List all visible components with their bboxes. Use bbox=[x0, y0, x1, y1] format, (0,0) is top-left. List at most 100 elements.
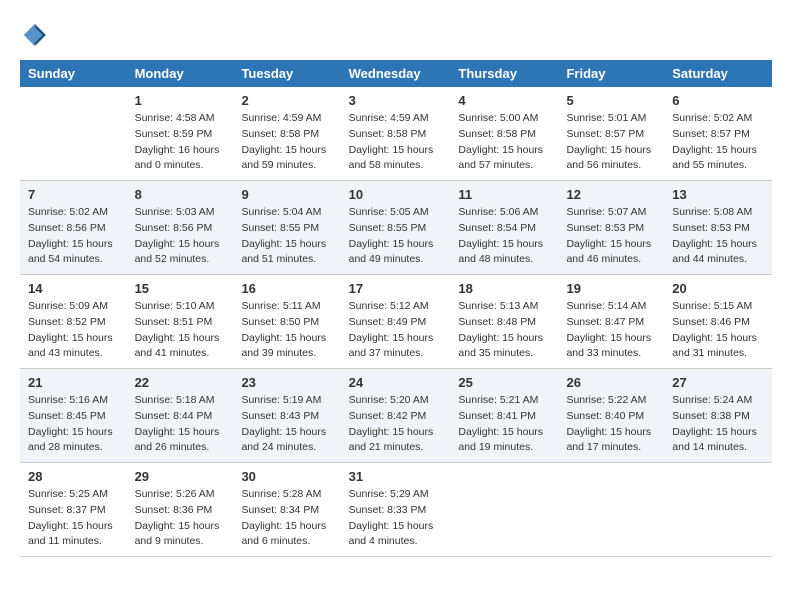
day-number: 5 bbox=[566, 93, 656, 108]
calendar-cell: 10 Sunrise: 5:05 AMSunset: 8:55 PMDayligh… bbox=[341, 181, 451, 275]
day-number: 10 bbox=[349, 187, 443, 202]
day-info: Sunrise: 4:59 AMSunset: 8:58 PMDaylight:… bbox=[349, 111, 443, 174]
day-number: 27 bbox=[672, 375, 764, 390]
logo bbox=[20, 20, 50, 50]
calendar-cell: 25 Sunrise: 5:21 AMSunset: 8:41 PMDayligh… bbox=[450, 369, 558, 463]
day-info: Sunrise: 5:18 AMSunset: 8:44 PMDaylight:… bbox=[135, 393, 226, 456]
column-header-wednesday: Wednesday bbox=[341, 60, 451, 87]
day-info: Sunrise: 5:10 AMSunset: 8:51 PMDaylight:… bbox=[135, 299, 226, 362]
day-info: Sunrise: 5:01 AMSunset: 8:57 PMDaylight:… bbox=[566, 111, 656, 174]
calendar-cell: 22 Sunrise: 5:18 AMSunset: 8:44 PMDayligh… bbox=[127, 369, 234, 463]
calendar-cell: 14 Sunrise: 5:09 AMSunset: 8:52 PMDayligh… bbox=[20, 275, 127, 369]
calendar-cell: 12Sunrise: 5:07 AMSunset: 8:53 PMDayligh… bbox=[558, 181, 664, 275]
day-number: 19 bbox=[566, 281, 656, 296]
day-number: 11 bbox=[458, 187, 550, 202]
day-info: Sunrise: 5:14 AMSunset: 8:47 PMDaylight:… bbox=[566, 299, 656, 362]
day-number: 6 bbox=[672, 93, 764, 108]
day-number: 7 bbox=[28, 187, 119, 202]
day-info: Sunrise: 5:28 AMSunset: 8:34 PMDaylight:… bbox=[241, 487, 332, 550]
day-number: 16 bbox=[241, 281, 332, 296]
calendar-cell: 23Sunrise: 5:19 AMSunset: 8:43 PMDayligh… bbox=[233, 369, 340, 463]
calendar-cell: 24 Sunrise: 5:20 AMSunset: 8:42 PMDayligh… bbox=[341, 369, 451, 463]
calendar-cell: 20Sunrise: 5:15 AMSunset: 8:46 PMDayligh… bbox=[664, 275, 772, 369]
calendar-cell bbox=[20, 87, 127, 181]
day-number: 26 bbox=[566, 375, 656, 390]
calendar-header-row: SundayMondayTuesdayWednesdayThursdayFrid… bbox=[20, 60, 772, 87]
calendar-cell: 9 Sunrise: 5:04 AMSunset: 8:55 PMDaylight… bbox=[233, 181, 340, 275]
day-info: Sunrise: 5:16 AMSunset: 8:45 PMDaylight:… bbox=[28, 393, 119, 456]
calendar-cell: 19 Sunrise: 5:14 AMSunset: 8:47 PMDayligh… bbox=[558, 275, 664, 369]
calendar-cell: 1 Sunrise: 4:58 AMSunset: 8:59 PMDaylight… bbox=[127, 87, 234, 181]
day-number: 17 bbox=[349, 281, 443, 296]
day-number: 30 bbox=[241, 469, 332, 484]
day-info: Sunrise: 5:04 AMSunset: 8:55 PMDaylight:… bbox=[241, 205, 332, 268]
day-info: Sunrise: 5:11 AMSunset: 8:50 PMDaylight:… bbox=[241, 299, 332, 362]
day-info: Sunrise: 5:25 AMSunset: 8:37 PMDaylight:… bbox=[28, 487, 119, 550]
day-info: Sunrise: 5:07 AMSunset: 8:53 PMDaylight:… bbox=[566, 205, 656, 268]
column-header-monday: Monday bbox=[127, 60, 234, 87]
week-row-4: 21 Sunrise: 5:16 AMSunset: 8:45 PMDayligh… bbox=[20, 369, 772, 463]
logo-icon bbox=[20, 20, 50, 50]
day-number: 4 bbox=[458, 93, 550, 108]
calendar-cell: 5 Sunrise: 5:01 AMSunset: 8:57 PMDaylight… bbox=[558, 87, 664, 181]
day-info: Sunrise: 5:05 AMSunset: 8:55 PMDaylight:… bbox=[349, 205, 443, 268]
day-info: Sunrise: 5:13 AMSunset: 8:48 PMDaylight:… bbox=[458, 299, 550, 362]
calendar-cell: 18 Sunrise: 5:13 AMSunset: 8:48 PMDayligh… bbox=[450, 275, 558, 369]
day-number: 24 bbox=[349, 375, 443, 390]
calendar-cell: 26 Sunrise: 5:22 AMSunset: 8:40 PMDayligh… bbox=[558, 369, 664, 463]
day-number: 28 bbox=[28, 469, 119, 484]
day-number: 13 bbox=[672, 187, 764, 202]
day-info: Sunrise: 4:58 AMSunset: 8:59 PMDaylight:… bbox=[135, 111, 226, 174]
calendar-cell: 17 Sunrise: 5:12 AMSunset: 8:49 PMDayligh… bbox=[341, 275, 451, 369]
calendar-cell: 31 Sunrise: 5:29 AMSunset: 8:33 PMDayligh… bbox=[341, 463, 451, 557]
calendar-cell: 27 Sunrise: 5:24 AMSunset: 8:38 PMDayligh… bbox=[664, 369, 772, 463]
day-number: 29 bbox=[135, 469, 226, 484]
day-info: Sunrise: 5:02 AMSunset: 8:57 PMDaylight:… bbox=[672, 111, 764, 174]
week-row-3: 14 Sunrise: 5:09 AMSunset: 8:52 PMDayligh… bbox=[20, 275, 772, 369]
day-number: 22 bbox=[135, 375, 226, 390]
day-info: Sunrise: 5:29 AMSunset: 8:33 PMDaylight:… bbox=[349, 487, 443, 550]
calendar-cell: 2Sunrise: 4:59 AMSunset: 8:58 PMDaylight… bbox=[233, 87, 340, 181]
day-number: 15 bbox=[135, 281, 226, 296]
calendar-cell: 30 Sunrise: 5:28 AMSunset: 8:34 PMDayligh… bbox=[233, 463, 340, 557]
calendar-cell bbox=[558, 463, 664, 557]
day-info: Sunrise: 5:03 AMSunset: 8:56 PMDaylight:… bbox=[135, 205, 226, 268]
column-header-friday: Friday bbox=[558, 60, 664, 87]
calendar-cell: 15 Sunrise: 5:10 AMSunset: 8:51 PMDayligh… bbox=[127, 275, 234, 369]
calendar-table: SundayMondayTuesdayWednesdayThursdayFrid… bbox=[20, 60, 772, 557]
day-number: 1 bbox=[135, 93, 226, 108]
calendar-cell: 16 Sunrise: 5:11 AMSunset: 8:50 PMDayligh… bbox=[233, 275, 340, 369]
day-info: Sunrise: 5:20 AMSunset: 8:42 PMDaylight:… bbox=[349, 393, 443, 456]
calendar-cell: 13 Sunrise: 5:08 AMSunset: 8:53 PMDayligh… bbox=[664, 181, 772, 275]
day-number: 8 bbox=[135, 187, 226, 202]
calendar-cell: 6 Sunrise: 5:02 AMSunset: 8:57 PMDaylight… bbox=[664, 87, 772, 181]
week-row-5: 28 Sunrise: 5:25 AMSunset: 8:37 PMDayligh… bbox=[20, 463, 772, 557]
day-number: 9 bbox=[241, 187, 332, 202]
day-info: Sunrise: 5:06 AMSunset: 8:54 PMDaylight:… bbox=[458, 205, 550, 268]
day-number: 14 bbox=[28, 281, 119, 296]
day-number: 18 bbox=[458, 281, 550, 296]
day-number: 21 bbox=[28, 375, 119, 390]
calendar-cell bbox=[450, 463, 558, 557]
column-header-sunday: Sunday bbox=[20, 60, 127, 87]
day-info: Sunrise: 5:26 AMSunset: 8:36 PMDaylight:… bbox=[135, 487, 226, 550]
day-info: Sunrise: 5:12 AMSunset: 8:49 PMDaylight:… bbox=[349, 299, 443, 362]
day-info: Sunrise: 5:24 AMSunset: 8:38 PMDaylight:… bbox=[672, 393, 764, 456]
day-info: Sunrise: 5:08 AMSunset: 8:53 PMDaylight:… bbox=[672, 205, 764, 268]
day-info: Sunrise: 5:22 AMSunset: 8:40 PMDaylight:… bbox=[566, 393, 656, 456]
day-number: 23 bbox=[241, 375, 332, 390]
day-info: Sunrise: 5:00 AMSunset: 8:58 PMDaylight:… bbox=[458, 111, 550, 174]
calendar-cell: 11 Sunrise: 5:06 AMSunset: 8:54 PMDayligh… bbox=[450, 181, 558, 275]
day-info: Sunrise: 4:59 AMSunset: 8:58 PMDaylight:… bbox=[241, 111, 332, 174]
week-row-1: 1 Sunrise: 4:58 AMSunset: 8:59 PMDaylight… bbox=[20, 87, 772, 181]
calendar-cell bbox=[664, 463, 772, 557]
day-number: 31 bbox=[349, 469, 443, 484]
day-info: Sunrise: 5:09 AMSunset: 8:52 PMDaylight:… bbox=[28, 299, 119, 362]
calendar-cell: 21 Sunrise: 5:16 AMSunset: 8:45 PMDayligh… bbox=[20, 369, 127, 463]
day-number: 25 bbox=[458, 375, 550, 390]
calendar-cell: 28 Sunrise: 5:25 AMSunset: 8:37 PMDayligh… bbox=[20, 463, 127, 557]
day-info: Sunrise: 5:21 AMSunset: 8:41 PMDaylight:… bbox=[458, 393, 550, 456]
column-header-thursday: Thursday bbox=[450, 60, 558, 87]
week-row-2: 7Sunrise: 5:02 AMSunset: 8:56 PMDaylight… bbox=[20, 181, 772, 275]
calendar-cell: 29 Sunrise: 5:26 AMSunset: 8:36 PMDayligh… bbox=[127, 463, 234, 557]
